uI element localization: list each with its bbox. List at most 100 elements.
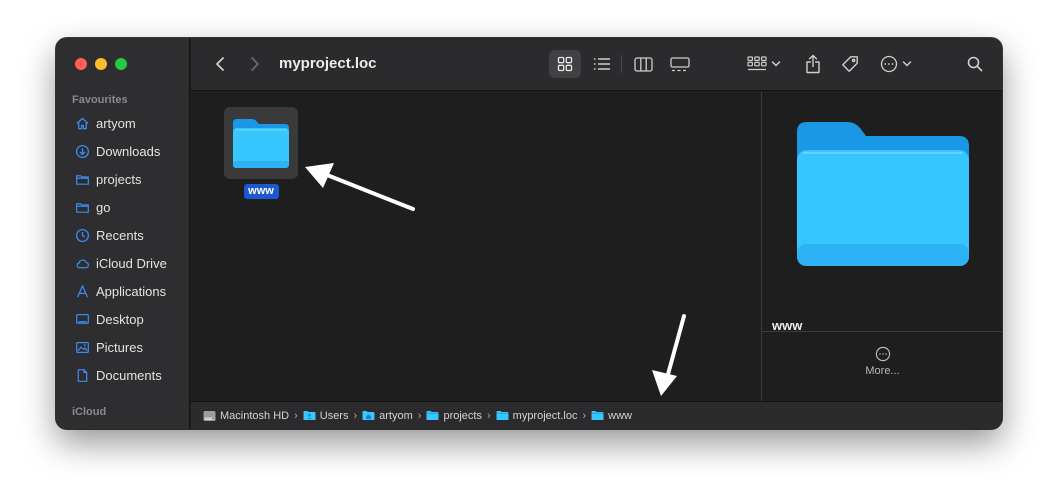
path-crumb-projects[interactable]: projects (426, 410, 482, 422)
home-icon (76, 117, 89, 129)
column-view-button[interactable] (627, 50, 659, 78)
path-crumb-macintosh-hd[interactable]: Macintosh HD (203, 410, 289, 422)
gallery-view-icon (670, 56, 690, 71)
sidebar-item-label: Downloads (96, 143, 161, 159)
tag-icon (842, 56, 858, 72)
list-view-button[interactable] (586, 50, 618, 78)
finder-window: Favourites artyom Downloads projects go … (56, 38, 1002, 429)
folder-icon (426, 411, 439, 420)
sidebar-item-documents[interactable]: Documents (56, 361, 190, 389)
folder-selection-highlight (224, 107, 298, 179)
path-separator: › (294, 409, 298, 422)
toolbar: myproject.loc (191, 38, 1002, 91)
window-controls (75, 58, 127, 70)
chevron-down-icon (902, 61, 912, 67)
users-folder-icon (303, 411, 316, 420)
document-icon (77, 368, 88, 382)
forward-button[interactable] (244, 52, 266, 76)
icon-view-button[interactable] (549, 50, 581, 78)
folder-item-www[interactable]: www (224, 107, 298, 199)
harddrive-icon (203, 410, 216, 421)
folder-icon (76, 174, 89, 185)
sidebar-item-icloud-drive[interactable]: iCloud Drive (56, 249, 190, 277)
path-crumb-label: myproject.loc (512, 409, 578, 422)
preview-more-button[interactable]: More... (762, 346, 1002, 377)
folder-name-label[interactable]: www (243, 184, 279, 199)
path-separator: › (486, 409, 491, 422)
sidebar-item-label: Pictures (96, 339, 143, 355)
grid-view-icon (557, 56, 573, 72)
file-browser-content: www (191, 92, 761, 401)
folder-preview-icon (797, 122, 969, 266)
path-separator: › (582, 409, 587, 422)
path-crumb-label: Macintosh HD (220, 409, 290, 422)
path-crumb-myproject-loc[interactable]: myproject.loc (496, 409, 578, 422)
sidebar-item-label: artyom (96, 115, 136, 131)
sidebar-item-downloads[interactable]: Downloads (56, 137, 190, 165)
share-icon (806, 54, 820, 74)
path-crumb-label: artyom (379, 409, 413, 422)
minimize-window-button[interactable] (95, 58, 107, 70)
column-view-icon (633, 56, 653, 72)
path-crumb-label: Users (319, 409, 349, 422)
ellipsis-circle-icon (880, 55, 898, 73)
path-crumb-www[interactable]: www (591, 410, 632, 422)
sidebar-item-label: projects (96, 171, 142, 187)
folder-icon (591, 411, 604, 420)
chevron-left-icon (216, 57, 224, 71)
tag-button[interactable] (836, 50, 864, 78)
sidebar-favourites-list: artyom Downloads projects go Recents iCl… (56, 109, 190, 389)
path-separator: › (353, 409, 358, 422)
sidebar-item-label: iCloud Drive (96, 255, 167, 271)
home-folder-icon (362, 411, 375, 420)
folder-icon (496, 411, 509, 420)
sidebar-item-desktop[interactable]: Desktop (56, 305, 190, 333)
close-window-button[interactable] (75, 58, 87, 70)
gallery-view-button[interactable] (664, 50, 696, 78)
sidebar-section-favourites: Favourites (72, 94, 128, 106)
sidebar-item-label: Desktop (96, 311, 144, 327)
applications-icon (77, 284, 88, 297)
chevron-right-icon (251, 57, 259, 71)
sidebar-item-applications[interactable]: Applications (56, 277, 190, 305)
path-bar: Macintosh HD › Users › artyom › projects… (191, 401, 1002, 429)
path-separator: › (417, 409, 422, 422)
chevron-down-icon (771, 61, 781, 67)
folder-icon (233, 119, 289, 168)
folder-icon (76, 202, 89, 213)
cloud-icon (76, 258, 89, 268)
sidebar-item-artyom[interactable]: artyom (56, 109, 190, 137)
more-label: More... (865, 365, 900, 377)
sidebar-item-go[interactable]: go (56, 193, 190, 221)
sidebar-item-projects[interactable]: projects (56, 165, 190, 193)
sidebar-item-label: Recents (96, 227, 144, 243)
share-button[interactable] (799, 50, 827, 78)
download-icon (75, 144, 90, 158)
path-crumb-users[interactable]: Users (303, 409, 349, 422)
clock-icon (75, 228, 90, 242)
sidebar-item-recents[interactable]: Recents (56, 221, 190, 249)
zoom-window-button[interactable] (115, 58, 127, 70)
list-view-icon (593, 58, 611, 70)
sidebar: Favourites artyom Downloads projects go … (56, 38, 190, 429)
more-actions-button[interactable] (875, 50, 917, 78)
sidebar-item-pictures[interactable]: Pictures (56, 333, 190, 361)
sidebar-item-label: Applications (96, 283, 167, 299)
path-crumb-label: projects (443, 409, 482, 422)
toolbar-separator (621, 55, 622, 73)
path-crumb-label: www (608, 409, 632, 422)
preview-divider (762, 331, 1002, 332)
sidebar-item-label: go (96, 199, 111, 215)
path-crumb-artyom[interactable]: artyom (362, 410, 413, 422)
photo-icon (76, 341, 89, 353)
back-button[interactable] (209, 52, 231, 76)
group-by-button[interactable] (743, 50, 785, 78)
preview-pane: www More... (761, 92, 1002, 401)
search-button[interactable] (961, 50, 989, 78)
group-grid-icon (747, 56, 767, 71)
window-title: myproject.loc (279, 55, 377, 72)
sidebar-section-icloud: iCloud (72, 406, 107, 418)
ellipsis-circle-icon (875, 346, 890, 362)
search-icon (967, 56, 983, 72)
desktop-icon (76, 313, 89, 324)
